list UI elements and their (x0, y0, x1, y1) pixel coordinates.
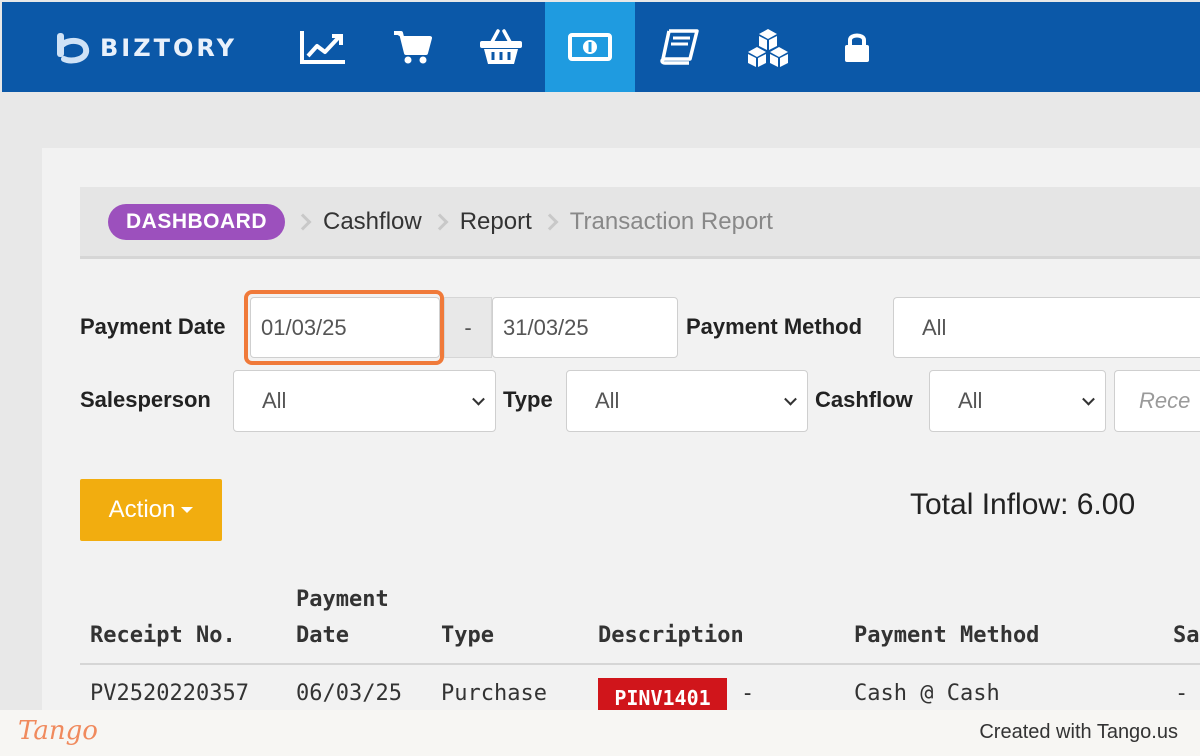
col-header-payment-date-line2: Date (296, 623, 349, 648)
chevron-right-icon (431, 213, 449, 230)
col-header-description[interactable]: Description (598, 618, 744, 654)
lock-icon (845, 33, 869, 62)
nav-purchases[interactable] (456, 2, 546, 92)
nav-cashflow[interactable] (545, 2, 635, 92)
breadcrumb-report[interactable]: Report (460, 208, 532, 236)
row-type: Purchase (441, 681, 547, 706)
money-bill-icon (568, 33, 612, 61)
nav-inventory[interactable] (723, 2, 813, 92)
chevron-down-icon (472, 392, 485, 406)
row-receipt-no[interactable]: PV2520220357 (90, 681, 249, 706)
breadcrumb-cashflow[interactable]: Cashflow (323, 208, 422, 236)
action-button-label: Action (108, 496, 176, 523)
shopping-cart-icon (394, 31, 432, 64)
col-header-payment-date-line1: Payment (296, 587, 389, 612)
payment-method-value: All (922, 314, 947, 340)
col-header-receipt-no[interactable]: Receipt No. (90, 618, 236, 654)
chevron-down-icon (784, 392, 797, 406)
chevron-right-icon (294, 213, 312, 230)
col-header-salesperson[interactable]: Sa (1173, 618, 1200, 654)
receipt-search-input[interactable]: Rece (1114, 370, 1200, 432)
breadcrumb-current: Transaction Report (569, 207, 773, 235)
nav-reports[interactable] (278, 2, 368, 92)
col-header-payment-date[interactable]: Payment Date (296, 582, 389, 654)
biztory-logo-icon (57, 33, 90, 64)
payment-method-select[interactable]: All (893, 297, 1200, 358)
type-value: All (595, 388, 620, 413)
nav-accounting[interactable] (634, 2, 724, 92)
table-header-divider (80, 663, 1200, 665)
payment-date-label: Payment Date (80, 314, 226, 339)
basket-icon (480, 29, 522, 64)
nav-sales[interactable] (367, 2, 457, 92)
brand-name: BIZTORY (100, 34, 237, 62)
col-header-payment-method[interactable]: Payment Method (854, 618, 1039, 654)
chevron-down-icon (1082, 392, 1095, 406)
caret-down-icon (181, 507, 194, 513)
tango-footer: Tango Created with Tango.us (0, 710, 1200, 756)
tango-logo: Tango (18, 716, 98, 746)
chart-line-icon (300, 31, 345, 64)
row-payment-method: Cash @ Cash (854, 681, 1000, 706)
cubes-icon (748, 29, 788, 67)
nav-settings[interactable] (812, 2, 902, 92)
row-description-text: - (741, 681, 755, 706)
type-select[interactable]: All (566, 370, 808, 432)
row-salesperson: - (1175, 681, 1189, 706)
brand-logo[interactable]: BIZTORY (54, 30, 237, 66)
date-to-value: 31/03/25 (503, 314, 589, 340)
chevron-right-icon (541, 213, 559, 230)
salesperson-label: Salesperson (80, 387, 211, 412)
col-header-type[interactable]: Type (441, 618, 494, 654)
row-payment-date: 06/03/25 (296, 681, 402, 706)
cashflow-select[interactable]: All (929, 370, 1106, 432)
date-range-separator: - (444, 297, 492, 358)
total-inflow: Total Inflow: 6.00 (910, 488, 1136, 521)
payment-method-label: Payment Method (686, 314, 863, 339)
focus-highlight (244, 290, 444, 365)
breadcrumb-dashboard[interactable]: DASHBOARD (108, 203, 285, 240)
receipt-search-placeholder: Rece (1139, 388, 1191, 413)
cashflow-label: Cashflow (815, 387, 913, 412)
salesperson-value: All (262, 388, 287, 413)
date-to-input[interactable]: 31/03/25 (492, 297, 678, 358)
salesperson-select[interactable]: All (233, 370, 496, 432)
breadcrumb: DASHBOARD Cashflow Report Transaction Re… (80, 187, 1200, 259)
cashflow-value: All (958, 388, 983, 413)
action-dropdown-button[interactable]: Action (80, 479, 222, 541)
top-navbar: BIZTORY (2, 2, 1200, 92)
type-label: Type (503, 387, 553, 412)
tango-credit: Created with Tango.us (979, 721, 1178, 743)
book-icon (660, 29, 699, 65)
